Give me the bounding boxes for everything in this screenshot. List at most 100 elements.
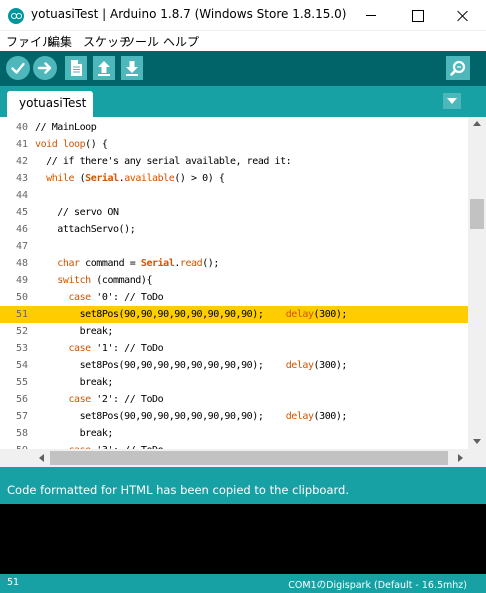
menu-bar: ファイル 編集 スケッチ ツール ヘルプ xyxy=(0,31,486,51)
code-token: (300); xyxy=(313,309,348,320)
vertical-scroll-thumb[interactable] xyxy=(470,199,484,229)
code-line[interactable]: 48 char command = Serial.read(); xyxy=(0,255,468,272)
code-line[interactable]: 44 xyxy=(0,187,468,204)
menu-edit[interactable]: 編集 xyxy=(48,33,72,50)
code-text: break; xyxy=(35,425,114,442)
code-text: case '3': // ToDo xyxy=(35,442,163,449)
line-number: 52 xyxy=(15,326,28,337)
code-token: // servo ON xyxy=(35,207,119,218)
board-port-info: COM1のDigispark (Default - 16.5mhz) xyxy=(288,580,467,591)
menu-help[interactable]: ヘルプ xyxy=(163,33,199,50)
code-token: break; xyxy=(35,326,114,337)
code-token: (); xyxy=(202,258,219,269)
code-token: loop xyxy=(62,139,86,150)
code-token: (300); xyxy=(313,411,348,422)
code-token: case xyxy=(68,343,91,354)
code-line[interactable]: 55 break; xyxy=(0,374,468,391)
code-line[interactable]: 49 switch (command){ xyxy=(0,272,468,289)
code-line[interactable]: 43 while (Serial.available() > 0) { xyxy=(0,170,468,187)
code-line[interactable]: 40 // MainLoop xyxy=(0,119,468,136)
code-line[interactable]: 51 set8Pos(90,90,90,90,90,90,90,90); del… xyxy=(0,306,468,323)
code-editor[interactable]: 40// MainLoop 41 void loop() {42 // if the… xyxy=(0,117,486,449)
code-line[interactable]: 54 set8Pos(90,90,90,90,90,90,90,90); del… xyxy=(0,357,468,374)
line-number: 55 xyxy=(15,377,28,388)
close-button[interactable] xyxy=(440,0,486,31)
code-text: char command = Serial.read(); xyxy=(35,255,219,272)
console-output[interactable] xyxy=(0,504,486,574)
line-number: 56 xyxy=(15,394,28,405)
code-line[interactable]: 47 xyxy=(0,238,468,255)
code-line[interactable]: 46 attachServo(); xyxy=(0,221,468,238)
code-token: '1': // ToDo xyxy=(90,343,164,354)
code-text: break; xyxy=(35,323,114,340)
code-line[interactable]: 58 break; xyxy=(0,425,468,442)
line-number: 58 xyxy=(15,428,28,439)
scroll-down-icon[interactable] xyxy=(473,439,481,444)
horizontal-scrollbar[interactable] xyxy=(0,449,468,467)
code-line[interactable]: 41 void loop() { xyxy=(0,136,468,153)
code-text: case '2': // ToDo xyxy=(35,391,163,408)
scroll-up-icon[interactable] xyxy=(473,121,481,126)
code-line[interactable]: 57 set8Pos(90,90,90,90,90,90,90,90); del… xyxy=(0,408,468,425)
code-token: Serial xyxy=(140,258,175,269)
code-line[interactable]: 42 // if there's any serial available, r… xyxy=(0,153,468,170)
line-number: 59 xyxy=(0,442,28,449)
tab-menu-button[interactable] xyxy=(443,93,461,109)
code-line[interactable]: 45 // servo ON xyxy=(0,204,468,221)
horizontal-scroll-thumb[interactable] xyxy=(50,451,448,465)
line-number: 51 xyxy=(15,309,28,320)
upload-button[interactable] xyxy=(33,56,57,80)
code-text: set8Pos(90,90,90,90,90,90,90,90); delay(… xyxy=(35,357,348,374)
current-line-number: 51 xyxy=(7,577,20,588)
code-line[interactable]: 56 case '2': // ToDo xyxy=(0,391,468,408)
line-number: 43 xyxy=(15,173,28,184)
verify-button[interactable] xyxy=(6,56,30,80)
line-number: 48 xyxy=(15,258,28,269)
arrow-up-icon xyxy=(98,61,110,76)
maximize-button[interactable] xyxy=(394,0,440,31)
line-number: 41 xyxy=(15,139,28,150)
line-number: 45 xyxy=(15,207,28,218)
code-text: case '1': // ToDo xyxy=(35,340,163,357)
code-line[interactable]: 59 case '3': // ToDo xyxy=(0,442,468,449)
code-line[interactable]: 50 case '0': // ToDo xyxy=(0,289,468,306)
code-token: set8Pos(90,90,90,90,90,90,90,90); xyxy=(35,411,286,422)
code-token: (300); xyxy=(313,360,348,371)
menu-tools[interactable]: ツール xyxy=(123,33,159,50)
code-token: case xyxy=(68,394,91,405)
minimize-button[interactable] xyxy=(348,0,394,31)
code-token: while xyxy=(46,173,75,184)
serial-monitor-button[interactable] xyxy=(446,56,470,80)
code-token: break; xyxy=(35,428,114,439)
title-bar: yotuasiTest | Arduino 1.8.7 (Windows Sto… xyxy=(0,0,486,31)
code-line[interactable]: 53 case '1': // ToDo xyxy=(0,340,468,357)
tab-yotuasitest[interactable]: yotuasiTest xyxy=(7,91,93,117)
code-text: // MainLoop xyxy=(35,119,97,136)
code-line[interactable]: 52 break; xyxy=(0,323,468,340)
open-button[interactable] xyxy=(93,56,115,80)
window-title: yotuasiTest | Arduino 1.8.7 (Windows Sto… xyxy=(31,7,347,21)
save-button[interactable] xyxy=(121,56,143,80)
scroll-right-icon[interactable] xyxy=(458,454,463,462)
line-number: 44 xyxy=(15,190,28,201)
code-text: break; xyxy=(35,374,114,391)
line-number: 46 xyxy=(15,224,28,235)
code-token: Serial xyxy=(85,173,119,184)
line-number: 47 xyxy=(15,241,28,252)
code-text: switch (command){ xyxy=(35,272,152,289)
code-token: () { xyxy=(85,139,108,150)
code-token: ( xyxy=(74,173,86,184)
line-number: 42 xyxy=(15,156,28,167)
code-text: // servo ON xyxy=(35,204,119,221)
line-number: 57 xyxy=(15,411,28,422)
vertical-scrollbar[interactable] xyxy=(468,117,486,449)
check-icon xyxy=(11,62,25,74)
new-sketch-button[interactable] xyxy=(65,56,87,80)
menu-file[interactable]: ファイル xyxy=(6,33,54,50)
scroll-left-icon[interactable] xyxy=(39,454,44,462)
